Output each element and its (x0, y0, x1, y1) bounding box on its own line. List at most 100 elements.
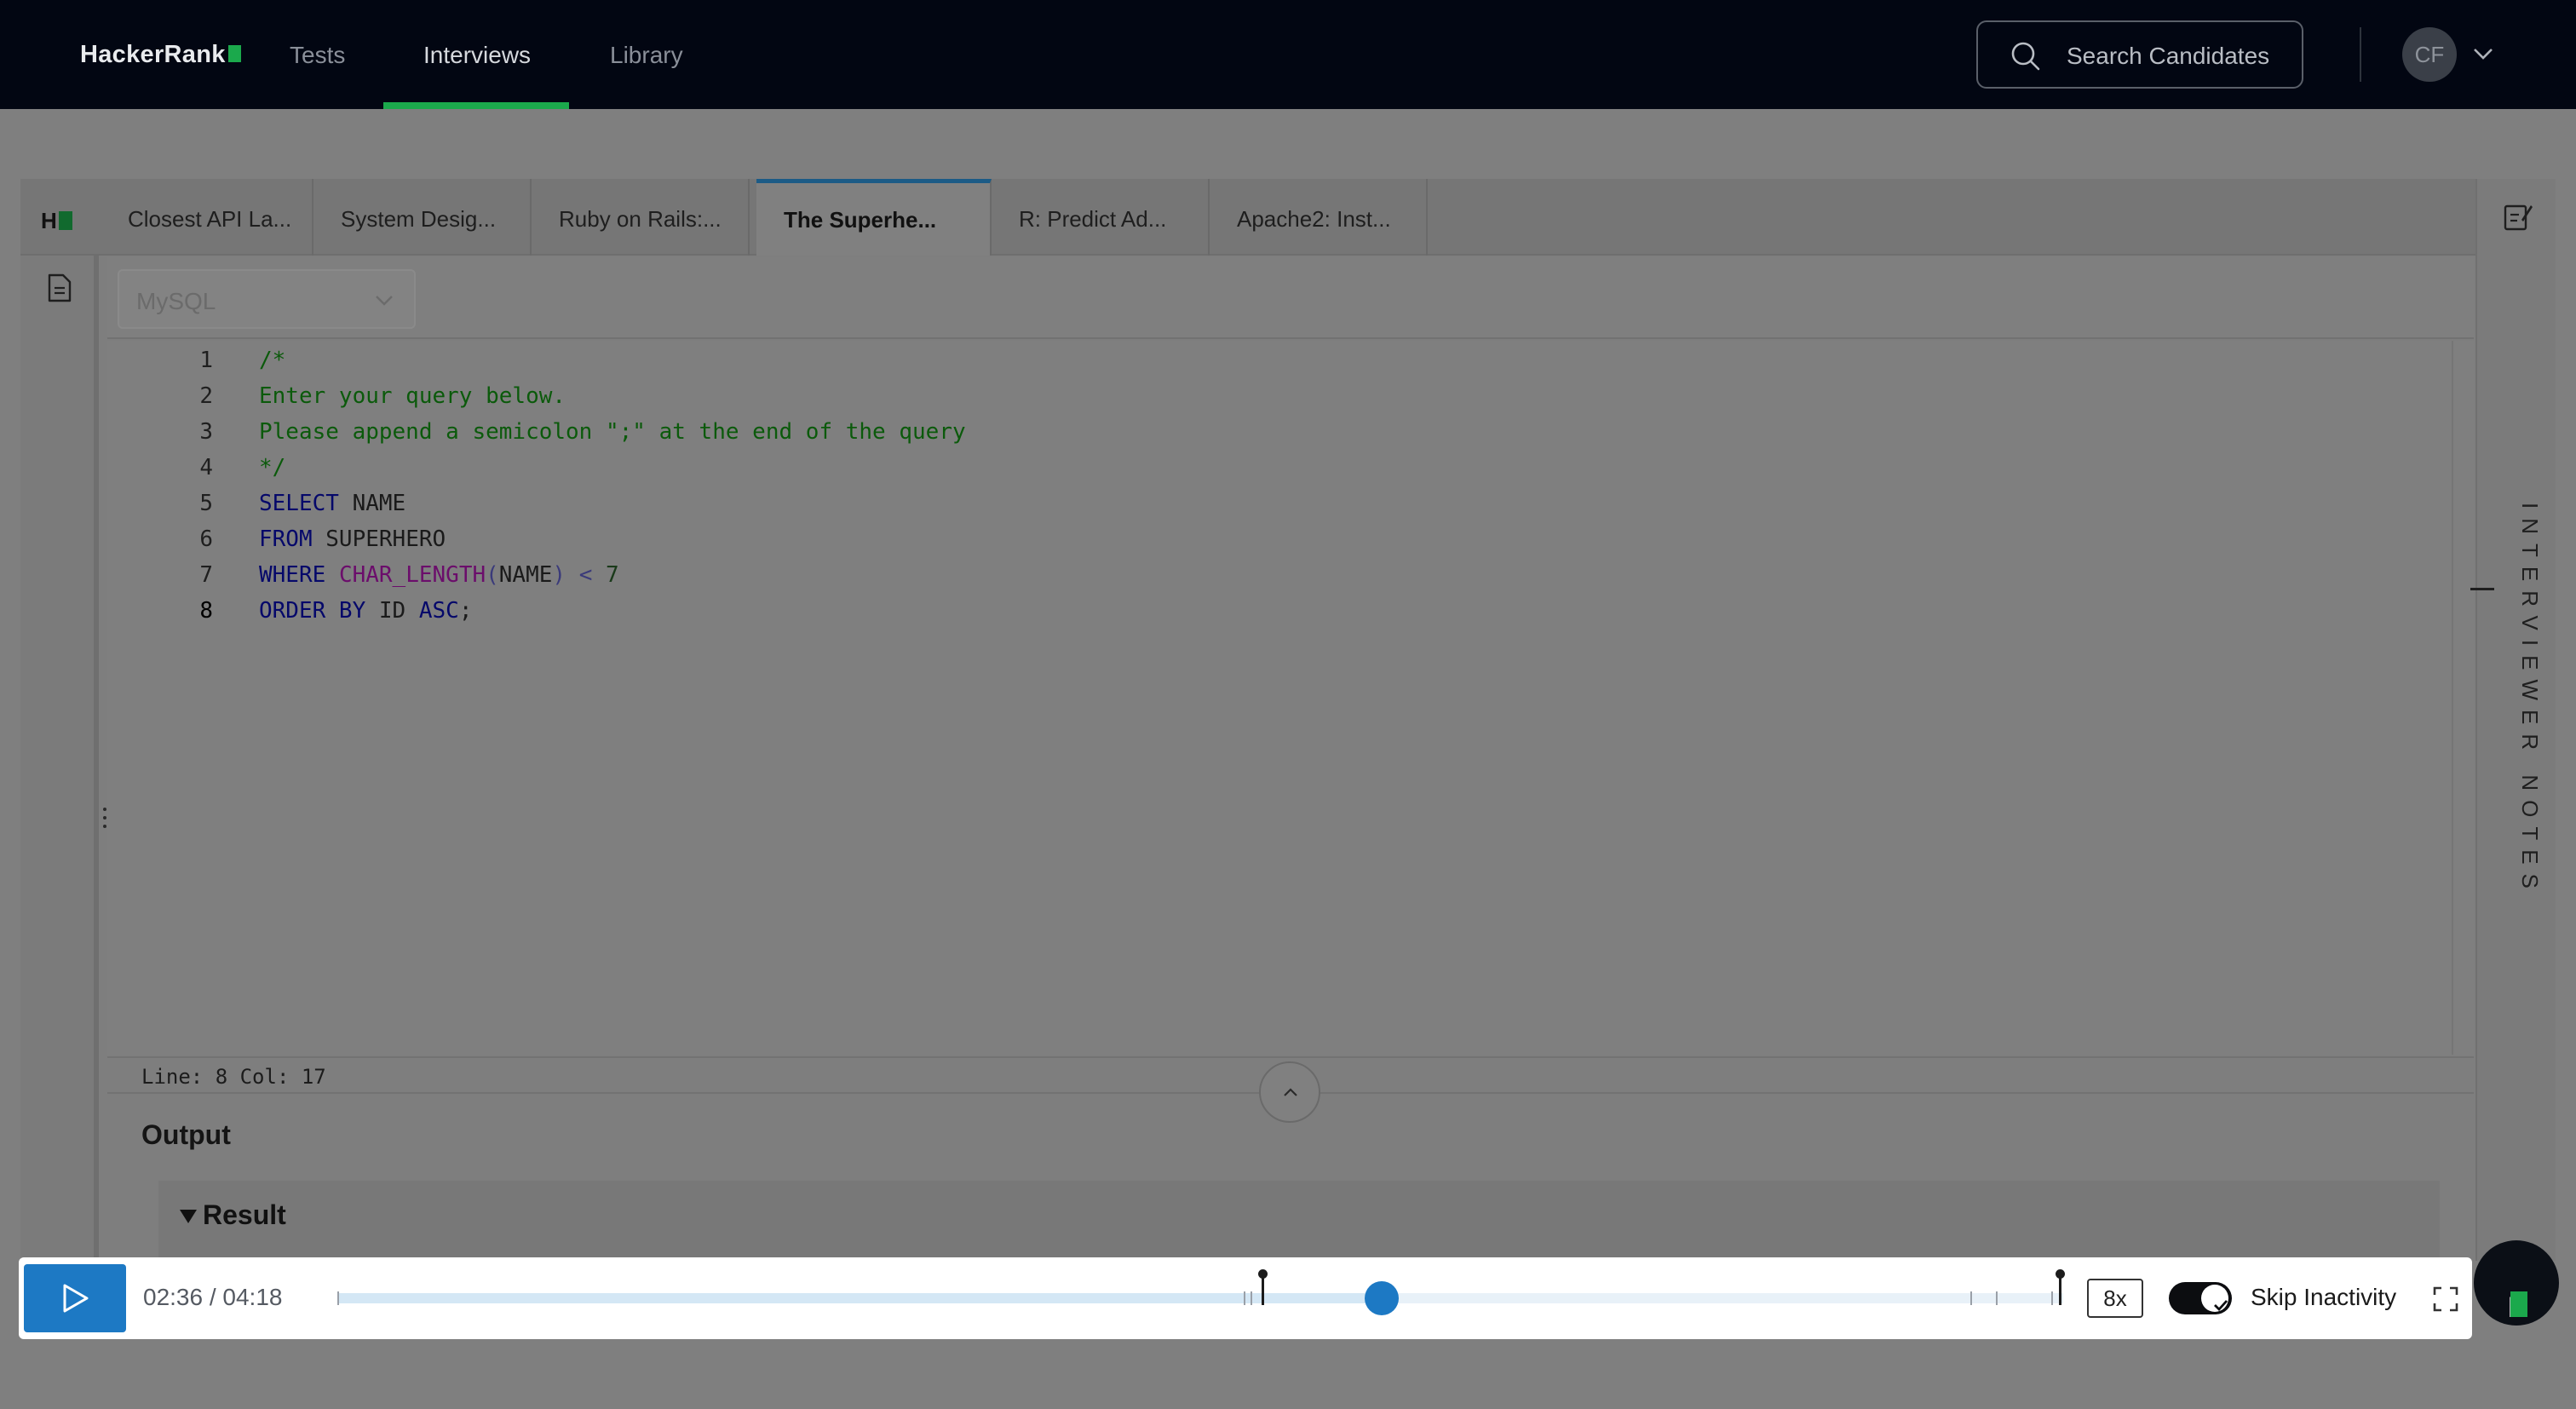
code-token: ASC (418, 598, 459, 624)
resize-handle-icon[interactable] (102, 801, 107, 835)
activity-tick (2050, 1291, 2053, 1305)
line-code: Enter your query below. (259, 383, 566, 409)
line-number: 2 (199, 383, 213, 409)
code-token: ( (486, 562, 499, 588)
activity-tick (1243, 1291, 1245, 1305)
code-line: 1 /* (107, 348, 2407, 383)
user-avatar[interactable]: CF (2402, 27, 2457, 82)
language-select[interactable]: MySQL (118, 269, 416, 329)
code-editor[interactable]: 1 /* 2 Enter your query below. 3 Please appen… (107, 341, 2474, 1055)
question-tabbar: H Closest API La... System Desig... Ruby… (20, 179, 2537, 256)
result-label: Result (203, 1199, 286, 1230)
edit-notes-icon[interactable] (2503, 201, 2533, 232)
left-sidebar (20, 256, 99, 1261)
activity-tick (337, 1291, 339, 1305)
line-number: 5 (199, 491, 213, 516)
tab-superhero[interactable]: The Superhe... (756, 179, 992, 256)
tab-ruby-on-rails[interactable]: Ruby on Rails:... (532, 179, 750, 256)
language-toolbar: MySQL (107, 257, 2474, 339)
fullscreen-icon[interactable] (2433, 1286, 2458, 1312)
code-line: 4 */ (107, 455, 2407, 491)
toggle-knob (2201, 1285, 2228, 1312)
line-code: Please append a semicolon ";" at the end… (259, 419, 966, 445)
help-square-icon (2510, 1291, 2527, 1317)
code-line: 5 SELECT NAME (107, 491, 2407, 526)
chevron-down-icon (376, 296, 393, 306)
nav-divider (2360, 27, 2361, 82)
playback-bar: 02:36 / 04:18 8x Skip Inactivity (19, 1257, 2472, 1339)
search-candidates-input[interactable]: Search Candidates (1976, 20, 2303, 89)
line-number: 7 (199, 562, 213, 588)
timeline-scrubber[interactable] (1364, 1281, 1399, 1315)
line-code: */ (259, 455, 285, 480)
expand-output-button[interactable] (1259, 1061, 1320, 1123)
document-icon[interactable] (46, 273, 73, 303)
code-token: */ (259, 455, 286, 480)
search-placeholder: Search Candidates (2067, 43, 2270, 69)
search-icon (2011, 42, 2040, 71)
code-token: SUPERHERO (312, 526, 446, 552)
code-token: /* (259, 348, 286, 373)
line-code: /* (259, 348, 285, 373)
playback-time: 02:36 / 04:18 (143, 1284, 283, 1310)
line-number: 1 (199, 348, 213, 373)
code-token: Enter your query below. (259, 383, 566, 409)
logo-square-icon (227, 45, 241, 62)
logo-text: HackerRank (80, 41, 226, 68)
toggle-check-icon (2175, 1289, 2192, 1306)
nav-tests[interactable]: Tests (290, 42, 345, 69)
interview-replay-panel: H Closest API La... System Desig... Ruby… (20, 179, 2556, 1261)
tab-apache2[interactable]: Apache2: Inst... (1210, 179, 1428, 256)
chevron-down-icon[interactable] (2472, 43, 2494, 65)
line-code: SELECT NAME (259, 491, 405, 516)
line-code: ORDER BY ID ASC; (259, 598, 472, 624)
code-token: Please append a semicolon ";" at the end… (259, 419, 966, 445)
code-token: ) (552, 562, 566, 588)
nav-library[interactable]: Library (610, 42, 683, 69)
play-icon (63, 1284, 89, 1313)
hackerrank-logo[interactable]: HackerRank (80, 41, 241, 69)
tab-system-design[interactable]: System Desig... (313, 179, 532, 256)
language-value: MySQL (136, 288, 216, 314)
top-navigation: HackerRank Tests Interviews Library Sear… (0, 0, 2576, 109)
timeline-bookmark[interactable] (2055, 1269, 2065, 1305)
code-token: < (566, 562, 607, 588)
code-line: 7 WHERE CHAR_LENGTH(NAME) < 7 (107, 562, 2407, 598)
code-token: NAME (498, 562, 553, 588)
line-number: 3 (199, 419, 213, 445)
tab-closest-api[interactable]: Closest API La... (101, 179, 313, 256)
activity-tick (1969, 1291, 1972, 1305)
line-number: 4 (199, 455, 213, 480)
editor-scrollbar[interactable] (2452, 341, 2474, 1055)
code-token: FROM (259, 526, 313, 552)
timeline-bookmark[interactable] (1257, 1269, 1268, 1305)
code-token: 7 (606, 562, 619, 588)
playback-speed-button[interactable]: 8x (2087, 1279, 2143, 1318)
collapse-notes-handle[interactable] (2470, 588, 2494, 590)
output-heading: Output (141, 1119, 231, 1150)
hr-brand-mark: H (41, 208, 72, 234)
timeline-track[interactable] (337, 1293, 2063, 1303)
line-code: FROM SUPERHERO (259, 526, 446, 552)
result-toggle[interactable]: Result (179, 1199, 286, 1231)
caret-down-icon (180, 1210, 197, 1223)
check-icon (2214, 1300, 2228, 1312)
skip-inactivity-toggle[interactable] (2169, 1282, 2232, 1314)
tab-r-predict[interactable]: R: Predict Ad... (992, 179, 1210, 256)
active-nav-indicator (383, 102, 569, 109)
code-token: ; (458, 598, 473, 624)
code-line: 6 FROM SUPERHERO (107, 526, 2407, 562)
code-token: SELECT (259, 491, 339, 516)
activity-tick (1250, 1291, 1252, 1305)
brand-square-icon (58, 211, 72, 230)
code-token: NAME (338, 491, 406, 516)
code-line: 8 ORDER BY ID ASC; (107, 598, 2407, 634)
result-section[interactable]: Result (158, 1181, 2440, 1261)
interviewer-notes-label[interactable]: INTERVIEWER NOTES (2516, 503, 2543, 898)
right-notes-rail (2475, 179, 2556, 1261)
hackerrank-help-button[interactable]: H (2474, 1240, 2559, 1326)
activity-tick (1995, 1291, 1998, 1305)
nav-interviews[interactable]: Interviews (423, 42, 531, 69)
play-button[interactable] (24, 1264, 126, 1332)
